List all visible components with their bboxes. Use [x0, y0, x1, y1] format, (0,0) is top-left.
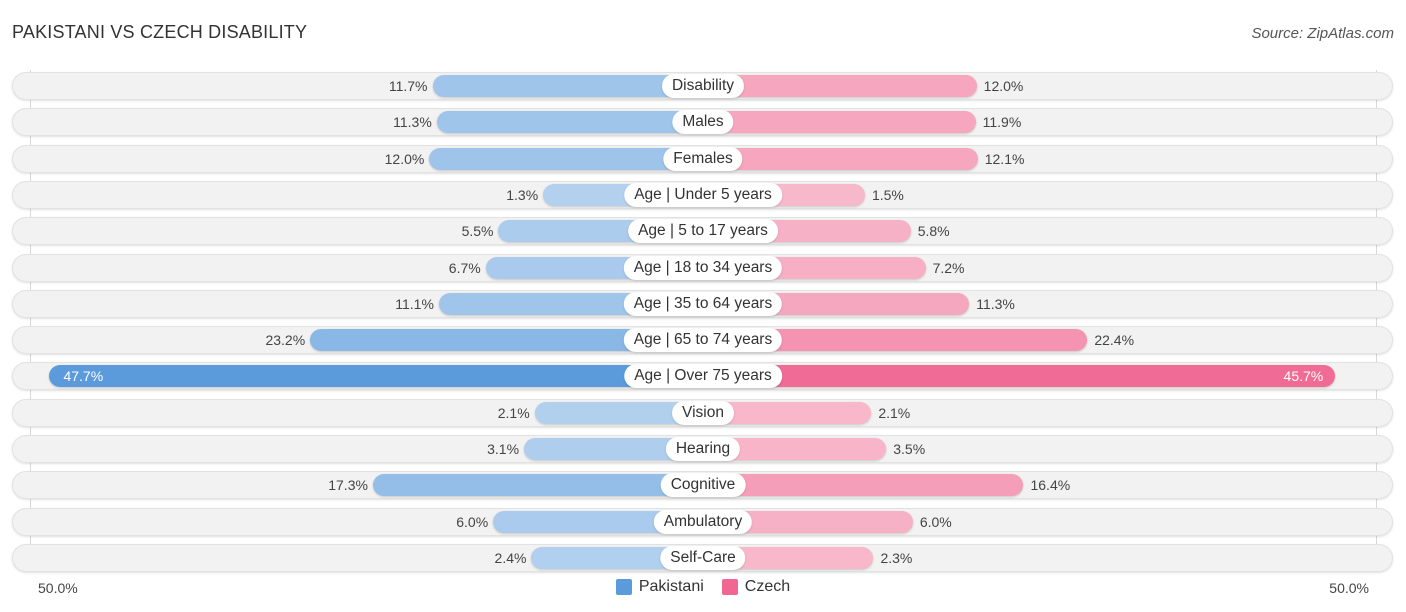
category-label: Age | Under 5 years	[624, 182, 782, 207]
category-label: Age | 35 to 64 years	[623, 291, 783, 316]
bar-pakistani[interactable]	[49, 365, 703, 388]
category-label: Vision	[672, 400, 734, 425]
category-label: Cognitive	[660, 473, 746, 498]
bar-pakistani[interactable]	[436, 111, 703, 134]
category-label: Self-Care	[660, 545, 746, 570]
value-label-pakistani: 11.3%	[393, 114, 432, 131]
value-label-pakistani: 11.1%	[395, 295, 434, 312]
value-label-czech: 7.2%	[932, 259, 965, 276]
value-label-pakistani: 11.7%	[388, 78, 428, 94]
value-label-pakistani: 23.2%	[265, 332, 306, 349]
legend: Pakistani Czech	[0, 578, 1406, 596]
value-label-pakistani: 2.1%	[497, 404, 530, 421]
value-label-pakistani: 17.3%	[328, 477, 368, 494]
value-label-pakistani: 12.0%	[384, 150, 425, 167]
value-label-czech: 22.4%	[1094, 332, 1135, 349]
value-label-czech: 1.5%	[871, 186, 904, 203]
category-label: Disability	[661, 74, 745, 98]
value-label-czech: 12.0%	[983, 78, 1024, 94]
value-label-czech: 3.5%	[893, 441, 926, 457]
category-label: Age | Over 75 years	[624, 364, 782, 389]
bar-czech[interactable]	[703, 111, 976, 134]
value-label-czech: 11.9%	[982, 114, 1022, 131]
category-label: Males	[672, 110, 734, 135]
legend-label-pakistani: Pakistani	[638, 578, 704, 595]
bar-czech[interactable]	[703, 365, 1336, 388]
bar-czech[interactable]	[703, 147, 978, 170]
legend-item-czech[interactable]: Czech	[721, 578, 791, 596]
category-label: Hearing	[665, 437, 741, 461]
value-label-pakistani: 3.1%	[487, 441, 520, 457]
chart-area: Disability 11.7% 12.0% Males 11.3% 11.9% Femal…	[0, 0, 1406, 612]
legend-swatch-czech	[721, 579, 738, 595]
value-label-czech: 12.1%	[984, 150, 1025, 167]
bar-czech[interactable]	[703, 75, 977, 97]
value-label-pakistani: 6.0%	[456, 513, 489, 530]
value-label-czech: 16.4%	[1030, 477, 1071, 494]
value-label-pakistani: 47.7%	[63, 368, 104, 385]
legend-item-pakistani[interactable]: Pakistani	[615, 578, 704, 596]
value-label-pakistani: 1.3%	[506, 186, 539, 203]
value-label-czech: 2.1%	[878, 404, 911, 421]
category-label: Age | 65 to 74 years	[623, 328, 783, 353]
category-label: Age | 5 to 17 years	[628, 219, 778, 244]
value-label-czech: 5.8%	[917, 223, 950, 240]
value-label-czech: 45.7%	[1283, 368, 1324, 385]
category-label: Females	[663, 146, 743, 171]
value-label-czech: 2.3%	[880, 549, 913, 566]
value-label-pakistani: 6.7%	[448, 259, 481, 276]
bar-pakistani[interactable]	[429, 147, 703, 170]
value-label-czech: 6.0%	[919, 513, 952, 530]
bar-czech[interactable]	[703, 474, 1024, 497]
category-label: Ambulatory	[653, 509, 753, 534]
category-label: Age | 18 to 34 years	[623, 255, 783, 280]
value-label-pakistani: 2.4%	[494, 549, 527, 566]
value-label-czech: 11.3%	[976, 295, 1015, 312]
bar-pakistani[interactable]	[372, 474, 703, 497]
value-label-pakistani: 5.5%	[461, 223, 494, 240]
legend-swatch-pakistani	[615, 579, 632, 595]
legend-label-czech: Czech	[744, 578, 791, 595]
